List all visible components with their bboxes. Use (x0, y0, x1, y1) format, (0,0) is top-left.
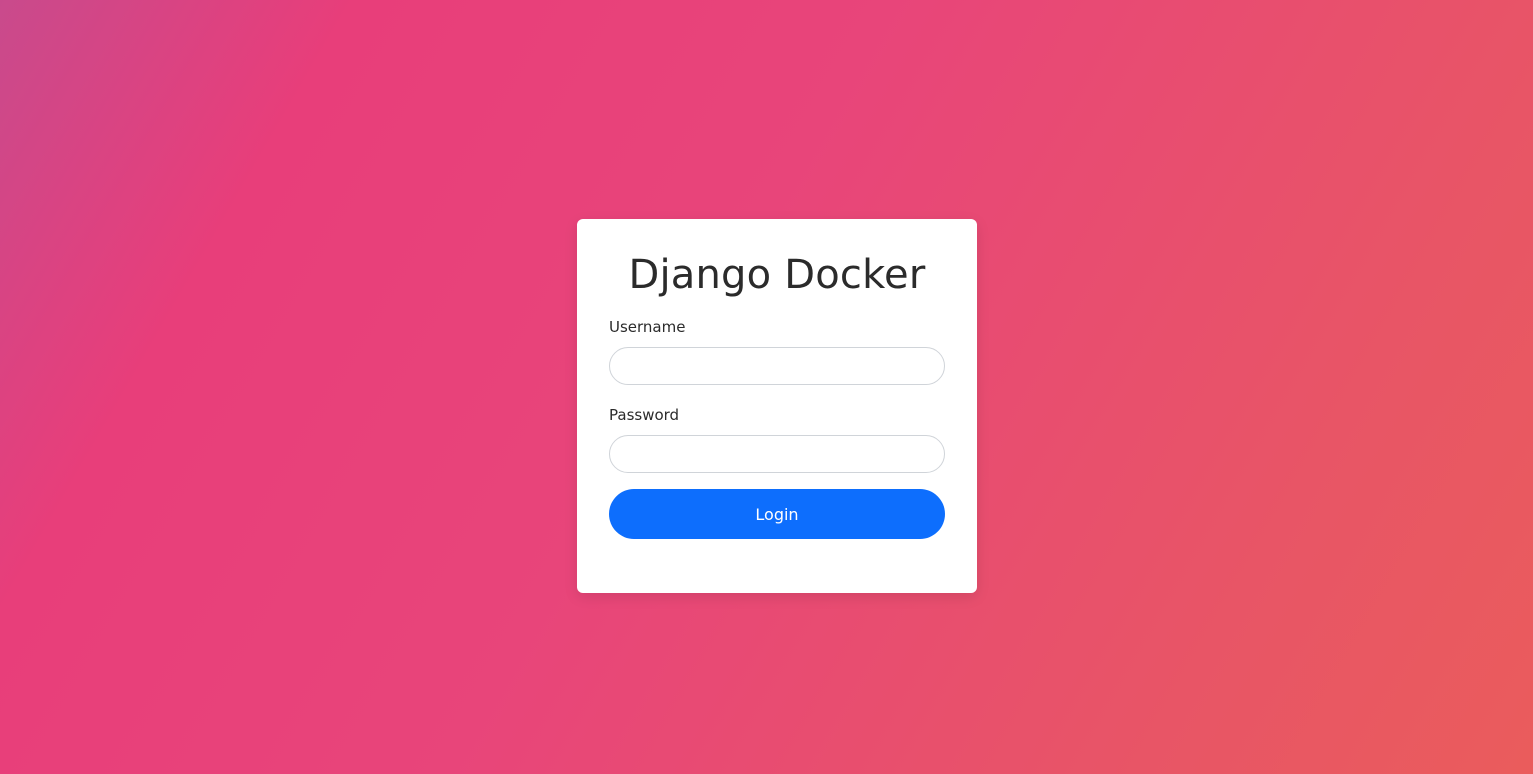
username-field-group: Username (609, 317, 945, 385)
password-label: Password (609, 406, 680, 424)
login-card: Django Docker Username Password Login (577, 219, 977, 593)
login-page: { "login": { "title": "Django Docker", "… (0, 0, 1533, 774)
username-input[interactable] (609, 347, 945, 385)
password-input[interactable] (609, 435, 945, 473)
login-button[interactable]: Login (609, 489, 945, 539)
password-field-group: Password (609, 405, 945, 473)
username-label: Username (609, 318, 686, 336)
page-title: Django Docker (628, 252, 926, 298)
